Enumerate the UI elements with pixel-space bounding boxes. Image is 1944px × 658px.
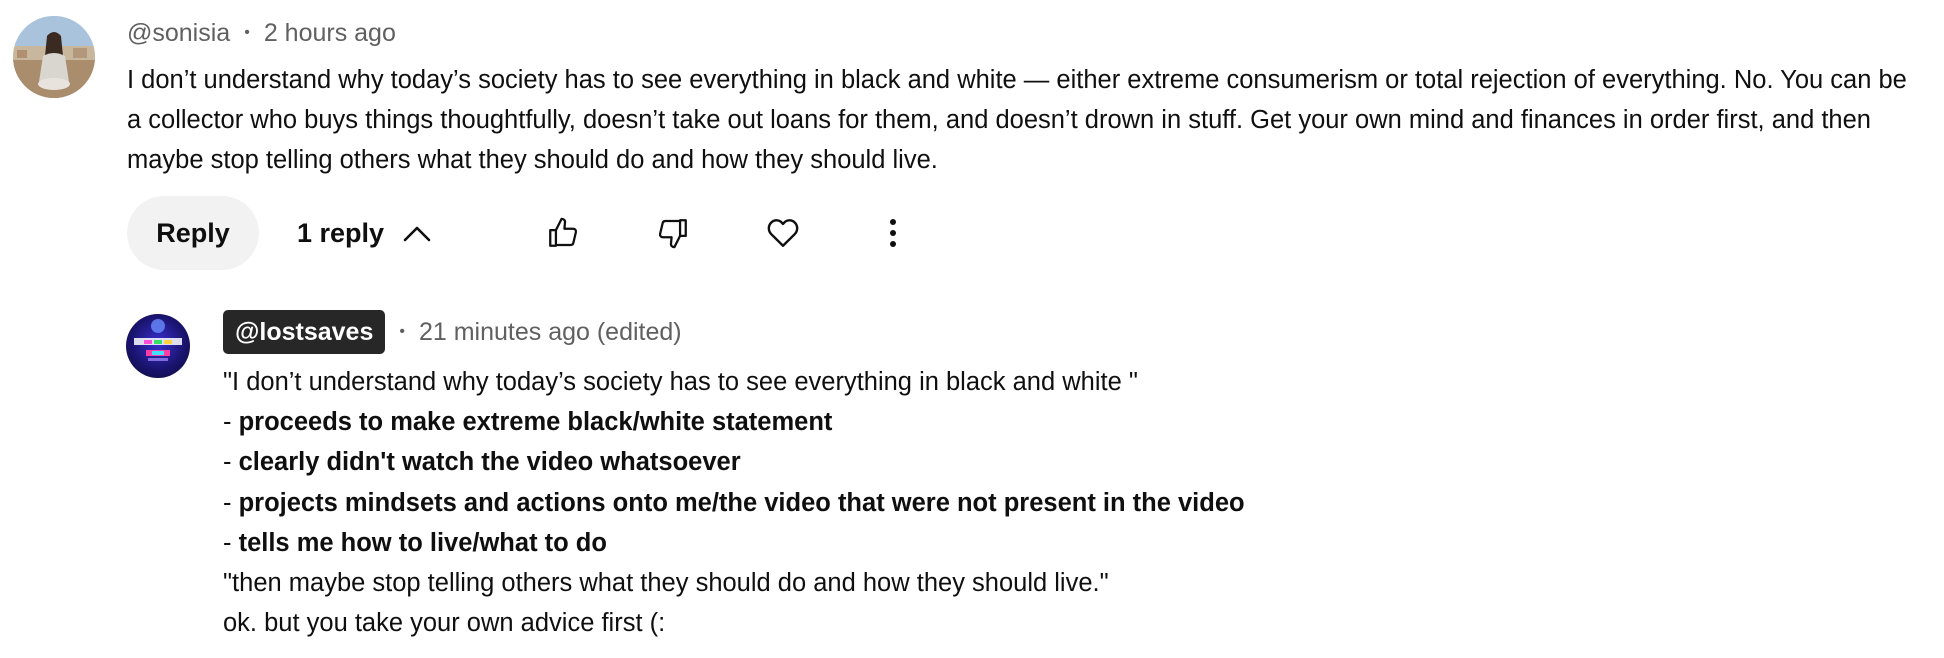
reply-line-bold: clearly didn't watch the video whatsoeve… [238, 448, 741, 477]
dislike-button[interactable] [655, 215, 691, 251]
reply-timestamp[interactable]: 21 minutes ago (edited) [419, 318, 682, 347]
reply-button[interactable]: Reply [127, 196, 259, 270]
heart-button[interactable] [765, 215, 801, 251]
reply-line: - clearly didn't watch the video whatsoe… [223, 442, 1245, 482]
comment-header: @sonisia • 2 hours ago [127, 16, 396, 50]
reply-line-text: - [223, 528, 239, 557]
separator-dot: • [399, 323, 405, 340]
reply-line-text: - [223, 408, 239, 437]
reply-line-bold: projects mindsets and actions onto me/th… [238, 488, 1245, 517]
comment-actions: Reply 1 reply [127, 196, 896, 270]
author-handle[interactable]: @sonisia [127, 19, 230, 48]
reply-text: "I don’t understand why today’s society … [223, 362, 1245, 643]
reply-line-text: ok. but you take your own advice first (… [223, 609, 666, 638]
reply-line-text: - [223, 448, 239, 477]
replies-toggle[interactable]: 1 reply [297, 218, 432, 249]
reply-line-text: - [223, 488, 239, 517]
more-options-button[interactable] [875, 215, 911, 251]
avatar-photo [13, 16, 95, 98]
reply-line-text: "I don’t understand why today’s society … [223, 368, 1138, 396]
separator-dot: • [244, 24, 250, 41]
reply-line: - projects mindsets and actions onto me/… [223, 483, 1245, 523]
reply-line-text: "then maybe stop telling others what the… [223, 568, 1109, 597]
comment-text: I don’t understand why today’s society h… [127, 66, 1907, 174]
reply-line: - proceeds to make extreme black/white s… [223, 402, 1245, 442]
reply-line: "then maybe stop telling others what the… [223, 563, 1245, 603]
timestamp[interactable]: 2 hours ago [264, 19, 396, 48]
reply-author-handle[interactable]: @lostsaves [223, 310, 386, 354]
reply-line: "I don’t understand why today’s society … [223, 362, 1245, 402]
avatar-logo [134, 319, 182, 361]
chevron-up-icon [403, 226, 431, 242]
heart-icon [767, 219, 799, 247]
reply-line-bold: tells me how to live/what to do [238, 528, 607, 557]
reply-line: - tells me how to live/what to do [223, 523, 1245, 563]
reply-header: @lostsaves • 21 minutes ago (edited) [223, 310, 682, 354]
reply-line-bold: proceeds to make extreme black/white sta… [238, 408, 833, 437]
thumbs-up-icon [549, 217, 578, 247]
like-button[interactable] [545, 215, 581, 251]
replies-count-label: 1 reply [297, 217, 385, 248]
thumbs-down-icon [658, 219, 687, 249]
reply-avatar[interactable] [126, 314, 190, 378]
more-vert-icon [890, 219, 896, 247]
avatar[interactable] [13, 16, 95, 98]
reply-line: ok. but you take your own advice first (… [223, 603, 1245, 643]
